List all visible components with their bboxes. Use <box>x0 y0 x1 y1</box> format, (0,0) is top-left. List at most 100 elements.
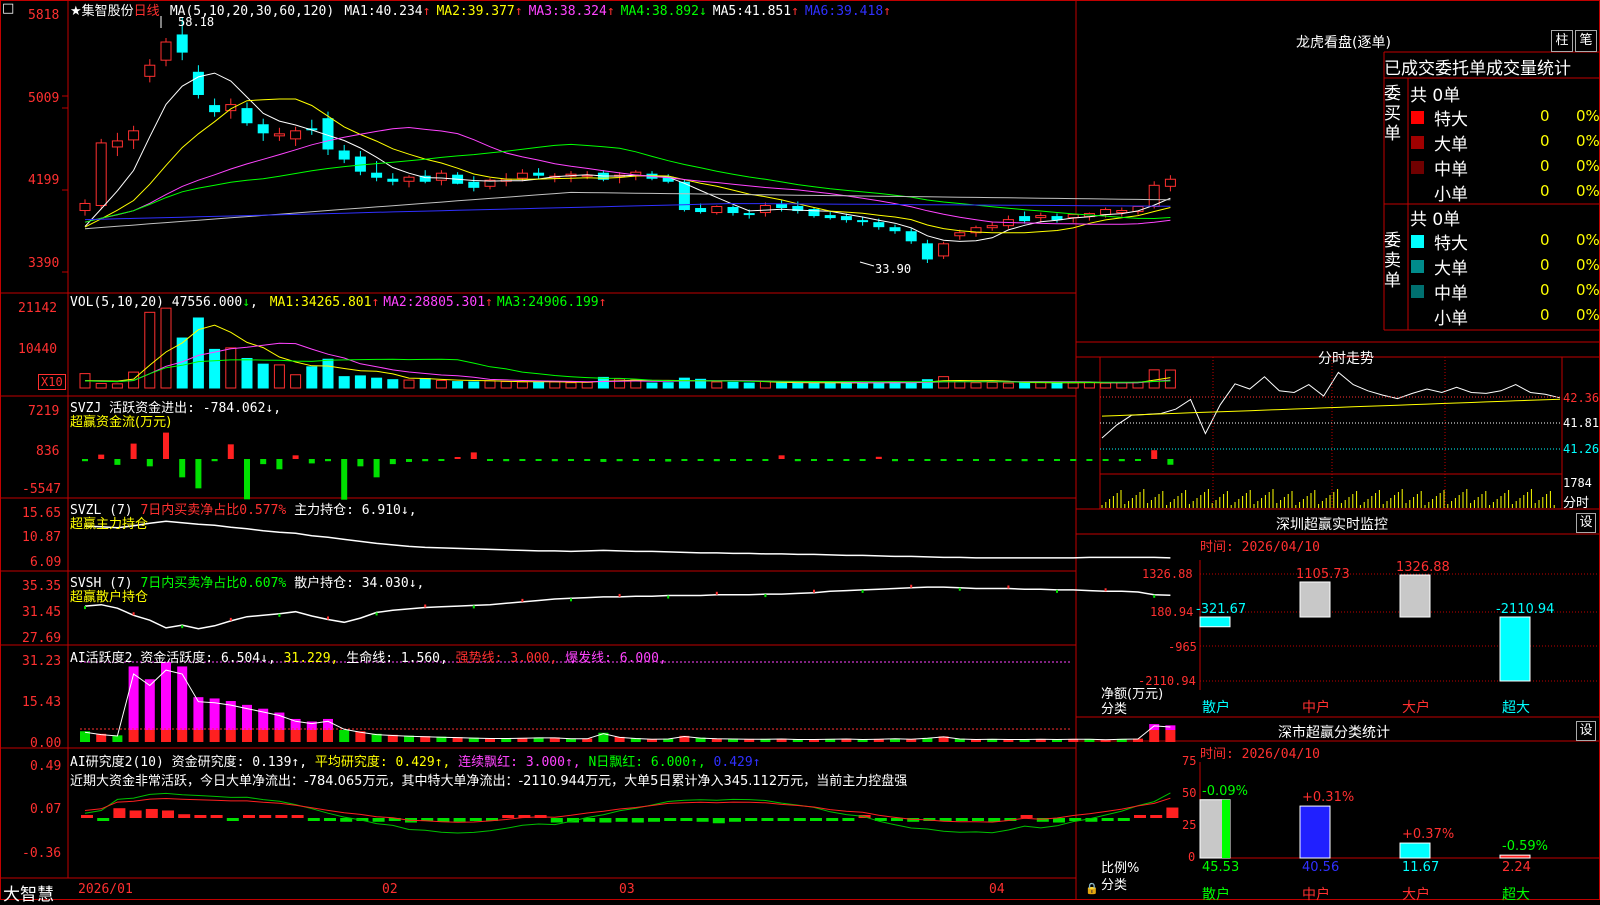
sz-monitor-title: 深圳超赢实时监控 <box>1276 517 1388 533</box>
research-bar <box>648 818 660 822</box>
activity-bar <box>323 718 333 730</box>
volume-bar <box>160 307 172 389</box>
research-bar <box>210 815 223 818</box>
volume-bar <box>808 382 820 389</box>
activity-bar <box>1165 730 1176 742</box>
vol-ma-value: 34265.801 <box>301 295 372 310</box>
candle-body <box>209 105 221 113</box>
svsh-ratio: 7日内买卖净占比0.607% <box>140 576 287 591</box>
volume-bar <box>970 382 982 389</box>
research-bar <box>1150 815 1163 818</box>
fund-flow-bar <box>551 459 558 462</box>
candle-body <box>387 178 399 182</box>
intraday-vol-label: 分时 <box>1563 496 1590 511</box>
stock-name[interactable]: 集智股份 <box>82 4 134 19</box>
period-label[interactable]: 日线 <box>134 4 160 19</box>
tab-bar-view[interactable]: 柱 <box>1551 30 1573 52</box>
candle-body <box>840 216 852 221</box>
sz-value-bar <box>1299 581 1331 618</box>
candle-body <box>273 133 285 137</box>
research-bar <box>372 818 385 822</box>
fund-flow-bar <box>227 444 234 459</box>
volume-bar <box>1100 382 1112 389</box>
activity-bar <box>161 662 171 730</box>
order-row-name: 中单 <box>1434 284 1468 304</box>
activity-bar <box>225 730 236 742</box>
candle-body <box>533 172 545 176</box>
price-axis-label: 4199 <box>28 173 60 188</box>
fund-flow-bar <box>292 455 299 459</box>
volume-bar <box>322 358 334 389</box>
cls-value-bar <box>1399 842 1431 859</box>
research-bar <box>842 818 855 821</box>
volume-ma-readouts: MA1:34265.801↑ MA2:28805.301↑ MA3:24906.19… <box>266 295 607 310</box>
fund-flow-bar <box>470 452 477 459</box>
fund-flow-bar <box>211 459 218 462</box>
candle-body <box>727 207 739 214</box>
volume-bar <box>387 379 399 389</box>
intraday-axis-label: 41.26 <box>1563 442 1600 456</box>
candle-body <box>435 172 447 181</box>
volume-bar <box>225 347 237 389</box>
sz-axis-label: 1326.88 <box>1142 567 1193 581</box>
ai-active-axis-label: 15.43 <box>22 695 62 710</box>
candle-body <box>986 225 998 229</box>
activity-bar <box>144 730 155 742</box>
research-bar <box>81 815 93 818</box>
research-bar <box>226 818 239 821</box>
fund-flow-bar <box>519 459 526 461</box>
fund-flow-bar <box>98 454 105 459</box>
fund-flow-bar <box>940 459 947 461</box>
volume-unit-badge: X10 <box>38 374 66 390</box>
research-bar <box>145 808 158 818</box>
svsh-axis-label: 35.35 <box>22 579 62 594</box>
order-row-count: 0 <box>1540 256 1550 274</box>
tab-tick-view[interactable]: 笔 <box>1575 30 1597 52</box>
volume-bar <box>711 381 723 389</box>
activity-bar <box>128 730 139 742</box>
svzj-subtitle: 超赢资金流(万元) <box>70 415 172 430</box>
lock-icon[interactable]: 🔒 <box>1085 882 1099 895</box>
fund-flow-bar <box>730 459 736 461</box>
svzl-ratio: 7日内买卖净占比0.577% <box>140 503 287 518</box>
ma-line <box>84 202 1171 221</box>
fund-flow-bar <box>130 443 137 459</box>
window-menu-icon[interactable]: □ <box>2 1 14 16</box>
svzj-axis-label: -5547 <box>22 482 62 497</box>
order-row-count: 0 <box>1540 107 1550 125</box>
research-bar <box>761 818 774 821</box>
vol-ma-value: 24906.199 <box>528 295 599 310</box>
fund-flow-bar <box>811 459 817 461</box>
activity-bar <box>193 730 204 742</box>
activity-bar <box>1165 725 1176 730</box>
ma-readout-value: 39.377 <box>467 4 515 19</box>
sz-monitor-settings-button[interactable]: 设 <box>1576 513 1596 533</box>
low-pointer <box>859 261 875 267</box>
ai-research-note: 近期大资金非常活跃，今日大单净流出：-784.065万元，其中特大单净流出：-2… <box>70 774 908 789</box>
candle-body <box>695 208 707 213</box>
cls-change-label: -0.09% <box>1202 783 1248 799</box>
fund-flow-bar <box>1005 459 1012 461</box>
order-row-name: 小单 <box>1434 309 1468 329</box>
classification-settings-button[interactable]: 设 <box>1576 721 1596 741</box>
volume-bar <box>338 376 350 389</box>
candle-body <box>468 181 480 188</box>
research-bar <box>793 818 806 821</box>
fund-flow-bar <box>568 459 574 461</box>
ai-research-continuous: 连续飘红: 3.000↑, <box>450 755 581 770</box>
order-row-name: 中单 <box>1434 160 1468 180</box>
fund-flow-bar <box>956 459 963 461</box>
price-axis-label: 5818 <box>28 8 60 23</box>
cls-change-label: +0.31% <box>1302 790 1355 806</box>
research-line <box>84 792 1171 834</box>
candle-body <box>678 181 690 211</box>
ai-research-header: AI研究度2(10) 资金研究度: 0.139↑, 平均研究度: 0.429↑,… <box>70 751 761 770</box>
candle-body <box>111 140 123 148</box>
activity-bar <box>258 730 269 742</box>
volume-bar <box>954 381 966 389</box>
fund-flow-bar <box>195 459 202 489</box>
volume-arrow: ↓ <box>242 295 251 310</box>
research-bar <box>712 818 725 824</box>
research-bar <box>583 818 596 822</box>
candle-body <box>921 243 933 260</box>
